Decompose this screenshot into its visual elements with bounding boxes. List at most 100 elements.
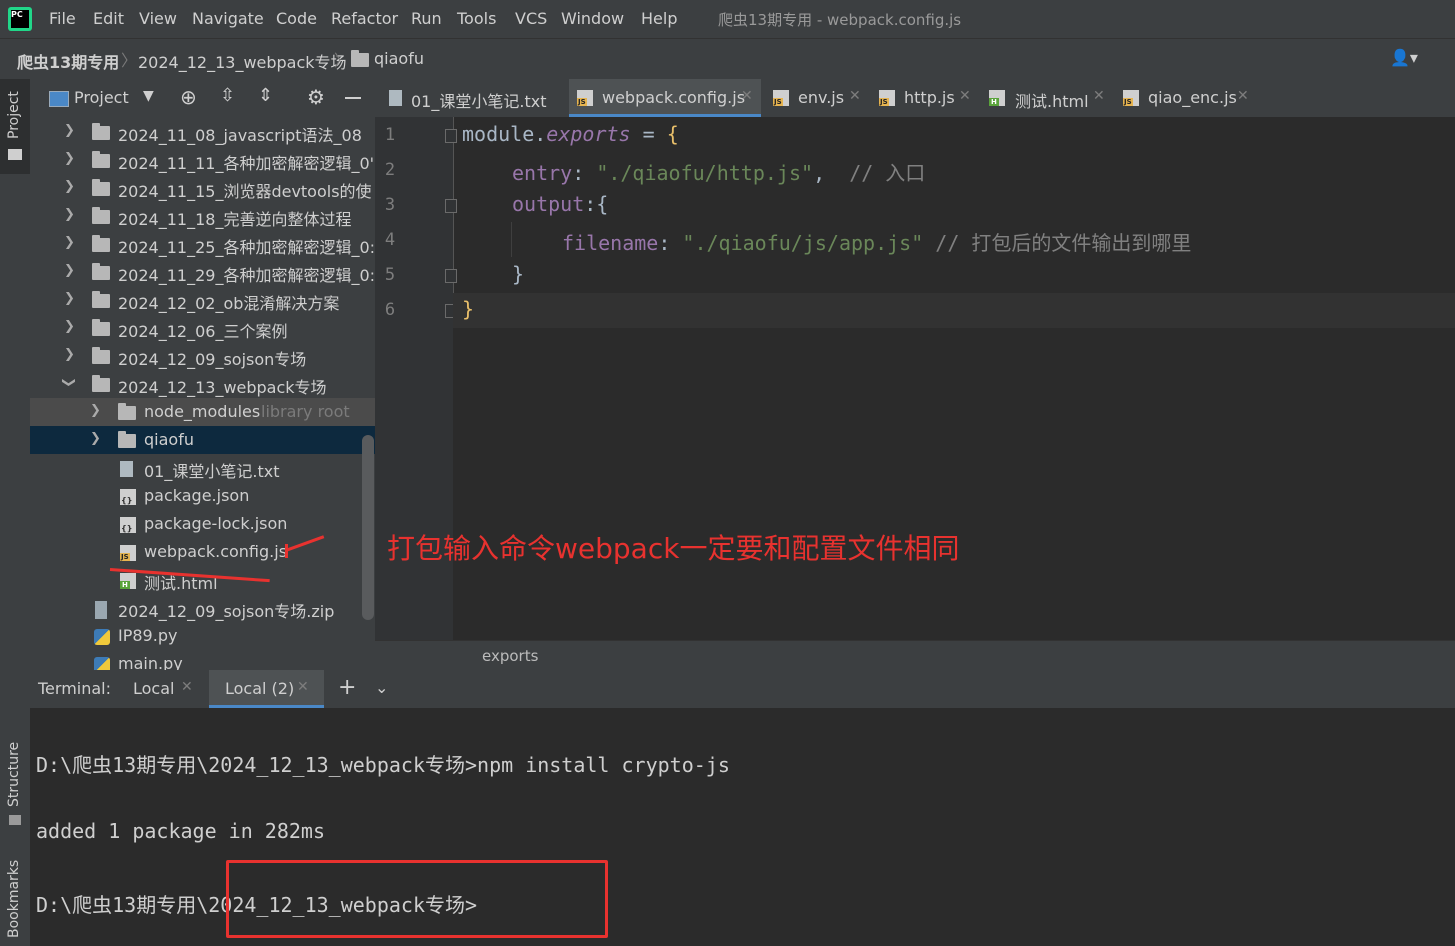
red-highlight-box bbox=[226, 860, 608, 938]
menu-code[interactable]: Code bbox=[276, 9, 317, 28]
chevron-right-icon[interactable]: ❯ bbox=[64, 207, 75, 222]
locate-icon[interactable]: ⊕ bbox=[180, 85, 197, 109]
chevron-right-icon[interactable]: ❯ bbox=[64, 319, 75, 334]
tree-item[interactable]: 2024_12_09_sojson专场.zip bbox=[30, 594, 375, 622]
chevron-right-icon[interactable]: ❯ bbox=[64, 235, 75, 250]
chevron-down-icon[interactable]: ❯ bbox=[61, 377, 76, 388]
close-icon[interactable]: ✕ bbox=[1093, 88, 1105, 104]
gear-icon[interactable]: ⚙ bbox=[307, 85, 325, 109]
line-number: 3 bbox=[384, 195, 396, 215]
project-view-icon bbox=[49, 91, 69, 107]
tree-item[interactable]: ❯ 2024_12_13_webpack专场 bbox=[30, 370, 375, 398]
project-panel: Project ▼ ⊕ ⇳ ⇕ ⚙ ❯ 2024_11_08_javascrip… bbox=[30, 79, 375, 670]
tree-item[interactable]: ❯ 2024_11_15_浏览器devtools的使 bbox=[30, 174, 375, 202]
terminal-output[interactable]: D:\爬虫13期专用\2024_12_13_webpack专场>npm inst… bbox=[30, 708, 1455, 946]
tree-item[interactable]: package.json bbox=[30, 482, 375, 510]
tab-qiao-enc-js[interactable]: qiao_enc.js ✕ bbox=[1117, 79, 1255, 117]
structure-tool-label: Structure bbox=[6, 741, 22, 807]
user-icon[interactable]: 👤▾ bbox=[1390, 48, 1418, 67]
chevron-right-icon[interactable]: ❯ bbox=[90, 431, 101, 446]
project-view-selector[interactable]: Project bbox=[74, 88, 129, 107]
tree-item[interactable]: ❯ 2024_11_29_各种加密解密逻辑_0: bbox=[30, 258, 375, 286]
tree-item[interactable]: ❯ node_modules library root bbox=[30, 398, 375, 426]
json-file-icon bbox=[120, 517, 136, 537]
close-icon[interactable]: ✕ bbox=[959, 88, 971, 104]
menu-edit[interactable]: Edit bbox=[93, 9, 124, 28]
tab-test-html[interactable]: 测试.html ✕ bbox=[983, 79, 1111, 117]
tree-item[interactable]: webpack.config.js bbox=[30, 538, 375, 566]
tree-item[interactable]: ❯ 2024_12_09_sojson专场 bbox=[30, 342, 375, 370]
project-tool-tab[interactable]: Project bbox=[0, 79, 30, 174]
tree-item[interactable]: ❯ 2024_11_25_各种加密解密逻辑_0: bbox=[30, 230, 375, 258]
tree-item[interactable]: ❯ 2024_12_02_ob混淆解决方案 bbox=[30, 286, 375, 314]
chevron-down-icon[interactable]: ▼ bbox=[143, 88, 154, 104]
tree-item-label: package.json bbox=[144, 486, 250, 505]
menu-bar: PC File Edit View Navigate Code Refactor… bbox=[0, 0, 1455, 38]
chevron-right-icon[interactable]: ❯ bbox=[64, 151, 75, 166]
tree-item-selected[interactable]: ❯ qiaofu bbox=[30, 426, 375, 454]
tree-item[interactable]: 01_课堂小笔记.txt bbox=[30, 454, 375, 482]
folder-icon bbox=[118, 403, 136, 424]
add-terminal-icon[interactable]: + bbox=[338, 675, 356, 700]
tree-item[interactable]: ❯ 2024_12_06_三个案例 bbox=[30, 314, 375, 342]
chevron-down-icon[interactable]: ⌄ bbox=[375, 678, 388, 697]
tree-item-label: 2024_12_09_sojson专场 bbox=[118, 350, 307, 369]
tree-item[interactable]: 测试.html bbox=[30, 566, 375, 594]
menu-tools[interactable]: Tools bbox=[457, 9, 496, 28]
fold-marker-icon[interactable] bbox=[445, 129, 457, 143]
tab-http-js[interactable]: http.js ✕ bbox=[873, 79, 977, 117]
menu-vcs[interactable]: VCS bbox=[515, 9, 547, 28]
close-icon[interactable]: ✕ bbox=[181, 679, 193, 695]
tree-item-label: 2024_11_11_各种加密解密逻辑_0' bbox=[118, 154, 375, 173]
app-logo-icon[interactable]: PC bbox=[8, 7, 32, 31]
close-icon[interactable]: ✕ bbox=[849, 88, 861, 104]
chevron-right-icon[interactable]: ❯ bbox=[64, 179, 75, 194]
js-file-icon bbox=[120, 545, 136, 565]
tree-item[interactable]: ❯ 2024_11_18_完善逆向整体过程 bbox=[30, 202, 375, 230]
html-file-icon bbox=[989, 90, 1005, 110]
terminal-tab-label: Local (2) bbox=[225, 679, 295, 698]
editor-breadcrumb[interactable]: exports bbox=[482, 647, 538, 665]
text-file-icon bbox=[389, 90, 402, 110]
menu-window[interactable]: Window bbox=[561, 9, 624, 28]
minimize-icon[interactable] bbox=[345, 97, 361, 99]
tab-env-js[interactable]: env.js ✕ bbox=[767, 79, 867, 117]
tab-webpack-config[interactable]: webpack.config.js ✕ bbox=[569, 79, 761, 117]
fold-marker-icon[interactable] bbox=[445, 199, 457, 213]
menu-file[interactable]: File bbox=[49, 9, 76, 28]
project-scrollbar[interactable] bbox=[362, 435, 374, 620]
fold-marker-icon[interactable] bbox=[445, 269, 457, 283]
breadcrumb-project[interactable]: 2024_12_13_webpack专场 bbox=[138, 49, 347, 73]
code-token: = bbox=[630, 122, 667, 146]
line-number: 1 bbox=[384, 125, 396, 145]
tree-item[interactable]: main.py bbox=[30, 650, 375, 670]
close-icon[interactable]: ✕ bbox=[1237, 88, 1249, 104]
collapse-all-icon[interactable]: ⇕ bbox=[258, 85, 273, 106]
menu-run[interactable]: Run bbox=[411, 9, 442, 28]
chevron-right-icon[interactable]: ❯ bbox=[90, 403, 101, 418]
menu-navigate[interactable]: Navigate bbox=[192, 9, 264, 28]
chevron-right-icon[interactable]: ❯ bbox=[64, 291, 75, 306]
bookmarks-tool-tab[interactable]: Bookmarks bbox=[0, 854, 30, 944]
chevron-right-icon[interactable]: ❯ bbox=[64, 347, 75, 362]
close-icon[interactable]: ✕ bbox=[297, 679, 309, 695]
code-editor[interactable]: 1 2 3 4 5 6 module.exports = { entry: ".… bbox=[375, 117, 1455, 640]
tree-item[interactable]: package-lock.json bbox=[30, 510, 375, 538]
tree-item[interactable]: ❯ 2024_11_08_javascript语法_08 bbox=[30, 118, 375, 146]
structure-tool-tab[interactable]: Structure bbox=[0, 739, 30, 829]
expand-all-icon[interactable]: ⇳ bbox=[220, 85, 235, 106]
close-icon[interactable]: ✕ bbox=[741, 88, 753, 104]
terminal-tab-local[interactable]: Local bbox=[133, 679, 174, 698]
menu-refactor[interactable]: Refactor bbox=[331, 9, 398, 28]
breadcrumb-root[interactable]: 爬虫13期专用 bbox=[17, 49, 119, 73]
tree-item[interactable]: ❯ 2024_11_11_各种加密解密逻辑_0' bbox=[30, 146, 375, 174]
chevron-right-icon[interactable]: ❯ bbox=[64, 263, 75, 278]
chevron-right-icon[interactable]: ❯ bbox=[64, 123, 75, 138]
terminal-tab-local-2[interactable]: Local (2) ✕ bbox=[209, 670, 324, 708]
tab-notes-txt[interactable]: 01_课堂小笔记.txt bbox=[383, 79, 567, 117]
menu-view[interactable]: View bbox=[139, 9, 177, 28]
menu-help[interactable]: Help bbox=[641, 9, 677, 28]
breadcrumb-folder[interactable]: qiaofu bbox=[374, 49, 424, 68]
tree-item[interactable]: IP89.py bbox=[30, 622, 375, 650]
tree-item-label: 2024_11_18_完善逆向整体过程 bbox=[118, 210, 352, 229]
